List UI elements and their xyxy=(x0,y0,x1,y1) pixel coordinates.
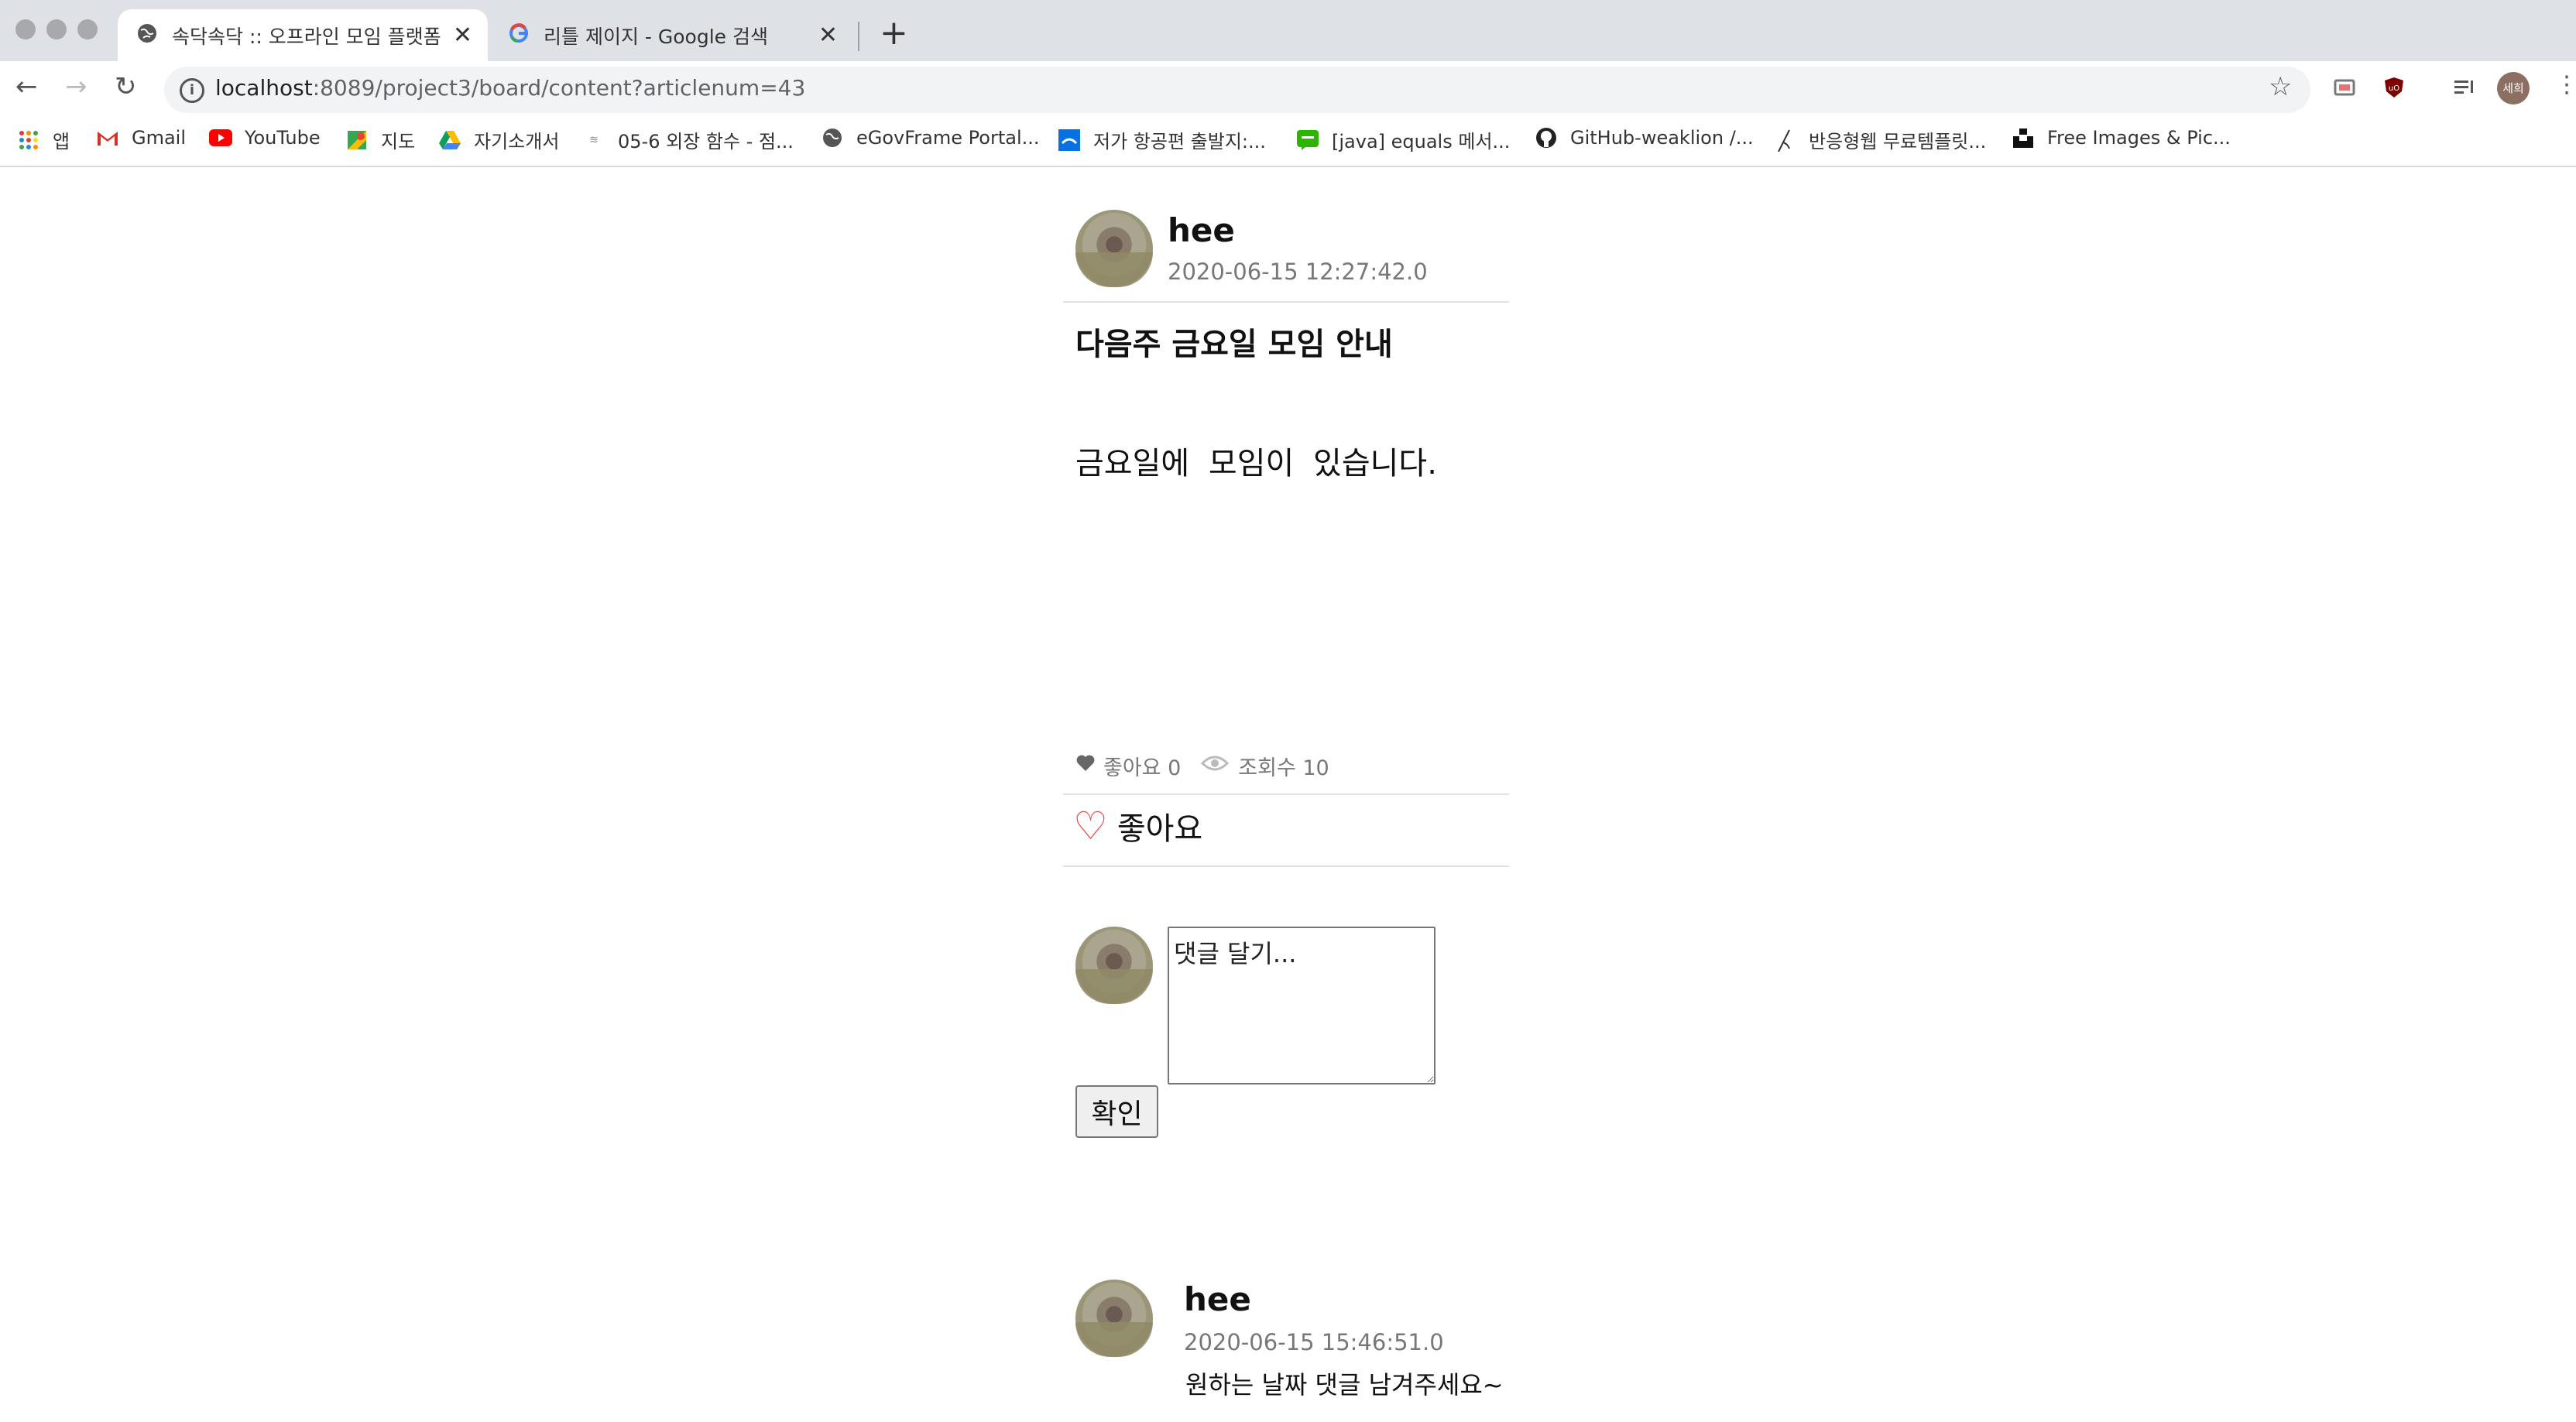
apps-grid-icon xyxy=(17,128,40,152)
google-icon xyxy=(508,22,530,49)
divider xyxy=(1063,793,1509,795)
tab-title: 리틀 제이지 - Google 검색 xyxy=(544,25,768,48)
bookmark-java-equals[interactable]: [java] equals 메서... xyxy=(1296,126,1510,153)
cast-extension-icon[interactable] xyxy=(2333,76,2356,99)
tab-divider xyxy=(858,22,859,51)
comment-author-avatar xyxy=(1075,1280,1153,1357)
globe-icon xyxy=(136,22,158,49)
post-title: 다음주 금요일 모임 안내 xyxy=(1075,327,1393,362)
bookmark-egovframe[interactable]: eGovFrame Portal... xyxy=(821,126,1040,149)
bookmark-responsive-template[interactable]: 반응형웹 무료템플릿... xyxy=(1773,126,1986,153)
svg-text:uO: uO xyxy=(2389,84,2399,93)
ublock-shield-icon[interactable]: uO xyxy=(2382,76,2406,99)
divider xyxy=(1063,301,1509,303)
bookmark-label: [java] equals 메서... xyxy=(1332,131,1511,152)
tab-google-search[interactable]: 리틀 제이지 - Google 검색 ✕ xyxy=(489,9,853,61)
skyscanner-icon xyxy=(1058,128,1081,152)
tab-title: 속닥속닥 :: 오프라인 모임 플랫폼 xyxy=(172,25,441,48)
more-menu-icon[interactable]: ⋮ xyxy=(2555,71,2576,98)
bookmark-label: eGovFrame Portal... xyxy=(856,127,1040,149)
info-icon[interactable]: i xyxy=(180,78,204,103)
globe-icon xyxy=(821,126,844,149)
views-count: 조회수 10 xyxy=(1238,756,1329,780)
heart-filled-icon xyxy=(1075,754,1096,778)
bookmark-youtube[interactable]: YouTube xyxy=(209,126,321,149)
bookmark-label: 앱 xyxy=(53,131,70,152)
media-queue-icon[interactable] xyxy=(2453,76,2476,99)
bookmark-label: 05-6 외장 함수 - 점... xyxy=(618,131,794,152)
bookmark-apps[interactable]: 앱 xyxy=(17,126,70,153)
bookmark-label: 저가 항공편 출발지:... xyxy=(1093,131,1266,152)
tab-active[interactable]: 속닥속닥 :: 오프라인 모임 플랫폼 ✕ xyxy=(118,9,488,61)
address-url[interactable]: localhost:8089/project3/board/content?ar… xyxy=(215,75,805,101)
drive-icon xyxy=(438,128,461,152)
post-stats: 좋아요 0 조회수 10 xyxy=(1075,751,1329,781)
bookmark-drive[interactable]: 자기소개서 xyxy=(438,126,559,153)
bookmark-github[interactable]: GitHub-weaklion /... xyxy=(1535,126,1754,149)
comment-input[interactable] xyxy=(1168,927,1435,1084)
youtube-icon xyxy=(209,126,232,149)
gmail-icon xyxy=(96,126,119,149)
eye-icon xyxy=(1201,754,1230,778)
comment-author: hee xyxy=(1184,1280,1251,1318)
comment-date: 2020-06-15 15:46:51.0 xyxy=(1184,1329,1444,1355)
divider xyxy=(1063,865,1509,867)
author-avatar xyxy=(1075,210,1153,287)
back-arrow-icon[interactable]: ← xyxy=(15,71,38,102)
heart-outline-icon: ♡ xyxy=(1073,804,1108,848)
bookmark-label: Free Images & Pic... xyxy=(2047,127,2231,149)
window-minimize-button[interactable] xyxy=(46,19,67,39)
likes-count: 좋아요 0 xyxy=(1103,756,1182,780)
bookmark-gmail[interactable]: Gmail xyxy=(96,126,186,149)
maps-icon xyxy=(345,128,369,152)
bookmark-star-icon[interactable]: ☆ xyxy=(2269,71,2292,102)
bookmark-label: 지도 xyxy=(381,131,416,152)
pen-icon xyxy=(1773,128,1796,152)
post-content: 금요일에 모임이 있습니다. xyxy=(1075,446,1437,481)
bookmark-label: 반응형웹 무료템플릿... xyxy=(1809,131,1987,152)
bookmark-label: 자기소개서 xyxy=(474,131,560,152)
window-close-button[interactable] xyxy=(15,19,36,39)
window-zoom-button[interactable] xyxy=(77,19,98,39)
bookmark-wikidocs[interactable]: ≋ 05-6 외장 함수 - 점... xyxy=(582,126,794,153)
bookmark-label: GitHub-weaklion /... xyxy=(1570,127,1754,149)
bookmark-skyscanner[interactable]: 저가 항공편 출발지:... xyxy=(1058,126,1266,153)
profile-avatar[interactable]: 세희 xyxy=(2497,72,2530,105)
reload-icon[interactable]: ↻ xyxy=(115,71,137,102)
bookmark-unsplash[interactable]: Free Images & Pic... xyxy=(2012,126,2231,149)
bookmark-maps[interactable]: 지도 xyxy=(345,126,415,153)
unsplash-icon xyxy=(2012,126,2035,149)
new-tab-button[interactable]: + xyxy=(880,14,908,53)
bookmark-label: Gmail xyxy=(132,127,187,149)
github-icon xyxy=(1535,126,1558,149)
like-button-label: 좋아요 xyxy=(1116,811,1203,847)
post-author: hee xyxy=(1168,211,1235,249)
commenter-avatar xyxy=(1075,927,1153,1004)
naver-icon xyxy=(1296,128,1319,152)
bookmark-label: YouTube xyxy=(245,127,321,149)
wikidocs-icon: ≋ xyxy=(589,133,599,146)
forward-arrow-icon[interactable]: → xyxy=(65,71,87,102)
close-icon[interactable]: ✕ xyxy=(453,22,472,49)
post-date: 2020-06-15 12:27:42.0 xyxy=(1168,259,1428,285)
comment-text: 원하는 날짜 댓글 남겨주세요~ xyxy=(1185,1370,1504,1400)
comment-submit-button[interactable]: 확인 xyxy=(1075,1085,1158,1138)
like-button[interactable]: ♡ 좋아요 xyxy=(1073,804,1202,848)
close-icon[interactable]: ✕ xyxy=(818,22,838,49)
